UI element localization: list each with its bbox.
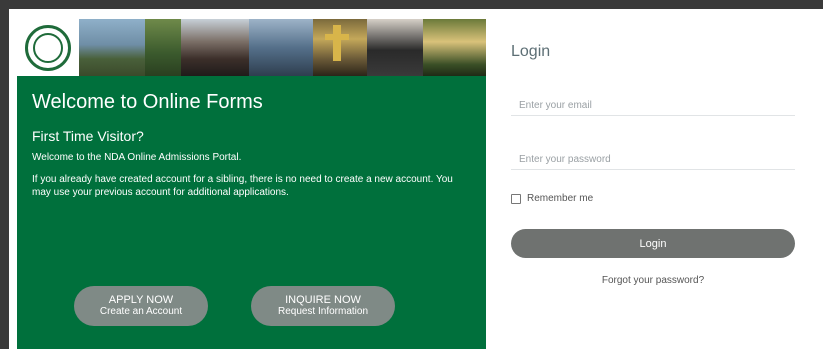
graduates-photo	[423, 19, 486, 76]
inquire-now-label: INQUIRE NOW	[285, 294, 361, 306]
student-activity-photo	[249, 19, 313, 76]
welcome-panel: Welcome to Online Forms First Time Visit…	[17, 19, 486, 349]
create-account-label: Create an Account	[99, 306, 183, 317]
remember-me-option[interactable]: Remember me	[511, 193, 593, 204]
email-field[interactable]	[511, 96, 795, 116]
seal-icon	[25, 24, 71, 71]
remember-me-label: Remember me	[527, 193, 594, 204]
page-title: Welcome to Online Forms	[32, 91, 263, 113]
sports-photo	[145, 19, 181, 76]
password-field[interactable]	[511, 150, 795, 170]
cross-icon	[325, 25, 349, 61]
remember-me-checkbox[interactable]	[511, 193, 521, 204]
top-frame-bar	[0, 0, 823, 9]
students-performing-photo	[181, 19, 249, 76]
apply-now-button[interactable]: APPLY NOW Create an Account	[74, 286, 208, 326]
campus-building-photo	[79, 19, 145, 76]
login-title: Login	[511, 43, 551, 60]
first-time-visitor-heading: First Time Visitor?	[32, 128, 144, 144]
inquire-now-button[interactable]: INQUIRE NOW Request Information	[251, 286, 395, 326]
students-group-photo	[367, 19, 423, 76]
intro-text: Welcome to the NDA Online Admissions Por…	[32, 152, 242, 163]
sibling-account-note: If you already have created account for …	[32, 174, 453, 198]
school-seal-logo	[17, 19, 79, 76]
left-frame-edge	[0, 0, 9, 349]
chapel-cross-photo	[313, 19, 367, 76]
request-information-label: Request Information	[277, 306, 369, 317]
header-photo-strip	[17, 19, 486, 76]
login-button[interactable]: Login	[511, 229, 795, 258]
forgot-password-link[interactable]: Forgot your password?	[511, 275, 795, 286]
apply-now-label: APPLY NOW	[108, 294, 174, 306]
